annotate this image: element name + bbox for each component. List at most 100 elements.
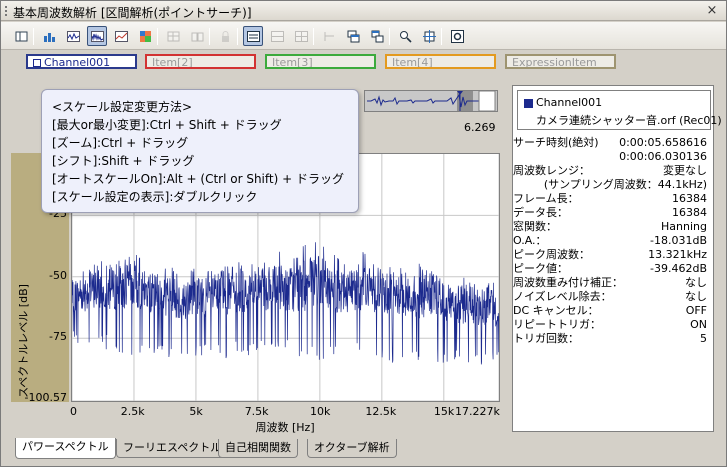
info-row-value: 0:00:06.030136: [619, 150, 707, 163]
scale-help-tooltip: <スケール設定変更方法> [最大or最小変更]:Ctrl + Shift + ド…: [41, 89, 359, 213]
channel-tab[interactable]: Channel001: [26, 54, 137, 69]
info-row-label: サーチ時刻(絶対): [513, 136, 599, 149]
settings-icon: [451, 30, 464, 43]
info-row-label: DC キャンセル：: [513, 304, 599, 317]
info-row-value: なし: [685, 276, 707, 289]
channel-tab-label: Item[2]: [152, 56, 193, 69]
close-button[interactable]: ×: [704, 3, 720, 19]
info-row-value: (サンプリング周波数：44.1kHz): [543, 178, 707, 191]
channel-checkbox-icon: [33, 59, 41, 67]
lock-button[interactable]: [215, 26, 235, 46]
info-row-label: 窓関数：: [513, 220, 557, 233]
bottom-tab[interactable]: オクターブ解析: [307, 439, 397, 458]
overview-waveform-svg: [365, 90, 497, 112]
x-tick-label: 10k: [309, 405, 331, 418]
info-row-value: 変更なし: [663, 164, 707, 177]
toolbar-separator: [237, 28, 238, 45]
tooltip-line: [ズーム]:Ctrl + ドラッグ: [52, 136, 189, 150]
info-row-label: リピートトリガ：: [513, 318, 601, 331]
info-row-value: OFF: [685, 304, 707, 317]
spectrum-chart-icon: [91, 31, 104, 42]
info-row-value: 16384: [672, 206, 707, 219]
channel-tab-label: Channel001: [44, 56, 111, 69]
x-tick-label: 0: [70, 405, 77, 418]
info-row-value: -39.462dB: [650, 262, 707, 275]
legend-box[interactable]: Channel001 カメラ連続シャッター音.orf (Rec01): [517, 90, 722, 130]
window-stack-button[interactable]: [343, 26, 363, 46]
bottom-tab[interactable]: 自己相関関数: [218, 439, 298, 458]
drag-grip-icon[interactable]: [5, 6, 10, 16]
fit-button[interactable]: [419, 26, 439, 46]
info-row-label: 周波数重み付け補正：: [513, 276, 623, 289]
info-row-label: O.A.：: [513, 234, 547, 247]
split-view-icon: [271, 31, 284, 42]
settings-button[interactable]: [447, 26, 467, 46]
tooltip-line: [オートスケールOn]:Alt + (Ctrl or Shift) + ドラッグ: [52, 172, 344, 186]
info-row-value: Hanning: [661, 220, 707, 233]
split-view-button[interactable]: [267, 26, 287, 46]
info-row-label: データ長：: [513, 206, 568, 219]
info-row-label: フレーム長：: [513, 192, 579, 205]
analysis-window: 基本周波数解析 [区間解析(ポイントサーチ)] × Channel001 Item…: [0, 0, 727, 467]
info-row-value: 13.321kHz: [648, 248, 707, 261]
x-tick-label: 17.227k: [455, 405, 500, 418]
grid-chart-icon: [167, 31, 180, 42]
tile-view-icon: [295, 31, 308, 42]
overview-time-label: 6.269: [464, 121, 496, 134]
tooltip-line: <スケール設定変更方法>: [52, 100, 193, 114]
color-map-icon: [140, 31, 151, 42]
info-row-value: 5: [700, 332, 707, 345]
analysis-type-tabs: パワースペクトル フーリエスペクトル 自己相関関数 オクターブ解析: [1, 438, 726, 466]
tile-view-button[interactable]: [291, 26, 311, 46]
channel-tab-label: ExpressionItem: [512, 56, 597, 69]
toolbar-separator: [313, 28, 314, 45]
bar-chart-icon: [44, 33, 55, 42]
toolbar-separator: [209, 28, 210, 45]
legend-swatch: [524, 99, 533, 108]
grid-chart-button[interactable]: [163, 26, 183, 46]
channel-tab[interactable]: Item[2]: [145, 54, 256, 69]
channel-selector: Channel001 Item[2] Item[3] Item[4] Expressio…: [1, 51, 726, 73]
x-tick-label: 12.5k: [365, 405, 397, 418]
channel-tab[interactable]: Item[4]: [385, 54, 496, 69]
y-tick-label: -50: [49, 268, 67, 282]
series-line-channel001: [71, 242, 500, 365]
info-row-label: ピーク周波数：: [513, 248, 590, 261]
compare-button[interactable]: [187, 26, 207, 46]
info-row-value: ON: [690, 318, 707, 331]
layout-icon: [15, 31, 28, 42]
wave-chart-button[interactable]: [63, 26, 83, 46]
color-map-button[interactable]: [135, 26, 155, 46]
title-bar[interactable]: 基本周波数解析 [区間解析(ポイントサーチ)] ×: [1, 1, 726, 21]
tooltip-line: [スケール設定の表示]:ダブルクリック: [52, 190, 258, 204]
window-cascade-button[interactable]: [367, 26, 387, 46]
channel-tab[interactable]: Item[3]: [265, 54, 376, 69]
lock-icon: [222, 31, 229, 42]
toolbar-separator: [157, 28, 158, 45]
zoom-button[interactable]: [395, 26, 415, 46]
layout-button[interactable]: [11, 26, 31, 46]
x-tick-label: 7.5k: [244, 405, 269, 418]
info-row-value: なし: [685, 290, 707, 303]
line-chart-icon: [115, 31, 128, 42]
single-view-button[interactable]: [243, 26, 263, 46]
x-axis-label: 周波数 [Hz]: [255, 421, 315, 434]
cursor-button[interactable]: [319, 26, 339, 46]
x-tick-label: 2.5k: [120, 405, 145, 418]
single-view-icon: [247, 31, 260, 42]
spectrum-chart-button[interactable]: [87, 26, 107, 46]
bottom-tab[interactable]: フーリエスペクトル: [116, 439, 229, 458]
cursor-icon: [324, 32, 334, 41]
overview-waveform[interactable]: [364, 90, 498, 112]
window-stack-icon: [347, 30, 360, 43]
line-chart-button[interactable]: [111, 26, 131, 46]
info-row-label: ノイズレベル除去：: [513, 290, 612, 303]
info-panel: Channel001 カメラ連続シャッター音.orf (Rec01) サーチ時刻…: [512, 85, 722, 432]
bottom-tab[interactable]: パワースペクトル: [15, 438, 116, 459]
info-row-value: 0:00:05.658616: [619, 136, 707, 149]
channel-tab[interactable]: ExpressionItem: [505, 54, 616, 69]
toolbar-separator: [33, 28, 34, 45]
bar-chart-button[interactable]: [39, 26, 59, 46]
y-tick-label: -75: [49, 330, 67, 344]
wave-chart-icon: [67, 31, 80, 42]
